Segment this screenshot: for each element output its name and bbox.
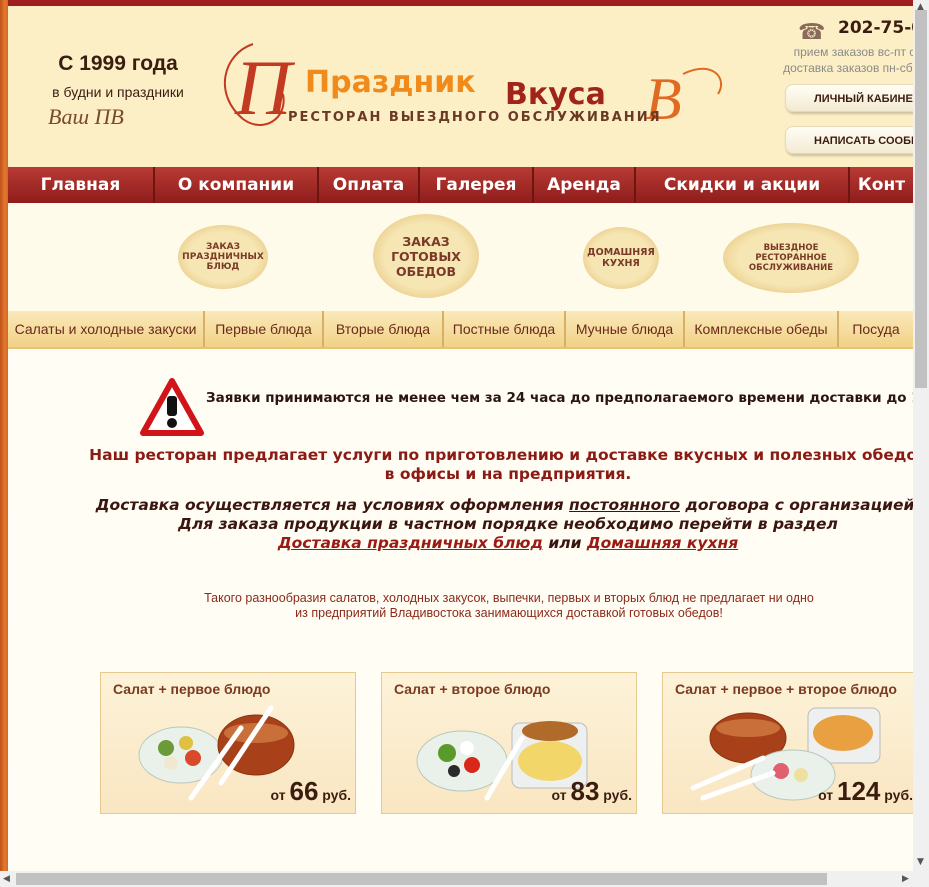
order-notice: Заявки принимаются не менее чем за 24 ча… (206, 390, 913, 406)
nav-item-payment[interactable]: Оплата (319, 167, 420, 203)
badge-lunches-l1: ЗАКАЗ (402, 233, 450, 249)
intro-line1: Наш ресторан предлагает услуги по пригот… (89, 446, 913, 464)
card-title: Салат + первое + второе блюдо (675, 681, 897, 697)
price-value: 66 (289, 776, 319, 806)
main-nav: Главная О компании Оплата Галерея Аренда… (8, 167, 913, 203)
logo-cursive-left: П (234, 44, 296, 131)
delivery-line2: Для заказа продукции в частном порядке н… (178, 515, 838, 533)
price-from: от (270, 787, 290, 803)
badge-catering-l1: ВЫЕЗДНОЕ (763, 243, 819, 253)
card-price: от 83 руб. (552, 776, 632, 807)
card-price: от 66 руб. (271, 776, 351, 807)
scroll-left-arrow-icon[interactable]: ◀ (3, 874, 10, 884)
nav-item-discounts[interactable]: Скидки и акции (636, 167, 850, 203)
badge-ready-lunches[interactable]: ЗАКАЗ ГОТОВЫХ ОБЕДОВ (373, 214, 479, 298)
delivery-permanent: постоянного (569, 496, 680, 514)
hours-delivery: доставка заказов пн-сб с 08: (783, 61, 913, 75)
category-pastry[interactable]: Мучные блюда (566, 311, 685, 347)
badge-catering-l2: РЕСТОРАННОЕ ОБСЛУЖИВАНИЕ (748, 253, 834, 273)
link-home-kitchen[interactable]: Домашняя кухня (587, 534, 738, 552)
variety-text: Такого разнообразия салатов, холодных за… (8, 591, 913, 621)
phone-icon: ☎ (798, 20, 826, 45)
scroll-down-arrow-icon[interactable]: ▼ (917, 857, 924, 867)
delivery-links: Доставка праздничных блюд или Домашняя к… (8, 534, 913, 553)
logo[interactable]: П Праздник Вкуса В (213, 24, 733, 144)
card-price: от 124 руб. (818, 776, 913, 807)
badge-holiday-l2: ПРАЗДНИЧНЫХ БЛЮД (182, 252, 264, 272)
card-title: Салат + первое блюдо (113, 681, 271, 697)
working-hours: прием заказов вс-пт с 09:0 доставка зака… (742, 44, 913, 76)
badge-lunches-l2: ГОТОВЫХ ОБЕДОВ (391, 248, 461, 279)
badge-home-l1: ДОМАШНЯЯ (587, 247, 655, 258)
delivery-text: Доставка осуществляется на условиях офор… (8, 496, 913, 553)
logo-word2: Вкуса (505, 77, 606, 112)
category-nav: Салаты и холодные закуски Первые блюда В… (8, 311, 913, 349)
write-message-button[interactable]: НАПИСАТЬ СООБЩЕН (785, 126, 913, 154)
badge-home-l2: КУХНЯ (602, 258, 640, 269)
signature: Ваш ПВ (48, 104, 124, 129)
variety-line1: Такого разнообразия салатов, холодных за… (204, 591, 814, 605)
delivery-line1: Доставка осуществляется на условиях офор… (8, 496, 913, 515)
nav-item-contacts[interactable]: Конт (850, 167, 913, 203)
lunch-card-salad-first-second[interactable]: Салат + первое + второе блюдо от 124 руб… (662, 672, 913, 814)
category-combo-lunches[interactable]: Комплексные обеды (685, 311, 839, 347)
vertical-scroll-thumb[interactable] (915, 10, 927, 388)
header: С 1999 года в будни и праздники Ваш ПВ П… (8, 6, 913, 167)
logo-word1: Праздник (305, 65, 476, 100)
price-value: 83 (570, 776, 600, 806)
nav-item-gallery[interactable]: Галерея (420, 167, 534, 203)
intro-line2: в офисы и на предприятия. (384, 465, 632, 483)
delivery-line1-b: договора с организацией. (679, 496, 913, 514)
personal-cabinet-button[interactable]: ЛИЧНЫЙ КАБИНЕТ (785, 84, 913, 112)
intro-text: Наш ресторан предлагает услуги по пригот… (8, 446, 913, 484)
price-currency: руб. (880, 787, 913, 803)
variety-line2: из предприятий Владивостока занимающихся… (295, 606, 723, 620)
service-badges: ЗАКАЗ ПРАЗДНИЧНЫХ БЛЮД ЗАКАЗ ГОТОВЫХ ОБЕДО… (8, 203, 913, 313)
category-salads[interactable]: Салаты и холодные закуски (8, 311, 205, 347)
lunch-card-salad-second[interactable]: Салат + второе блюдо от 83 руб. (381, 672, 637, 814)
tagline: РЕСТОРАН ВЫЕЗДНОГО ОБСЛУЖИВАНИЯ (288, 110, 662, 125)
horizontal-scroll-thumb[interactable] (16, 873, 827, 885)
lunch-card-salad-first[interactable]: Салат + первое блюдо от 66 руб. (100, 672, 356, 814)
category-first-courses[interactable]: Первые блюда (205, 311, 324, 347)
since-year: С 1999 года (58, 52, 178, 75)
nav-item-rent[interactable]: Аренда (534, 167, 636, 203)
since-block: С 1999 года в будни и праздники (38, 52, 198, 100)
price-currency: руб. (599, 787, 632, 803)
card-title: Салат + второе блюдо (394, 681, 551, 697)
price-currency: руб. (318, 787, 351, 803)
left-ornament (0, 0, 8, 887)
category-dishware[interactable]: Посуда (839, 311, 913, 347)
page: С 1999 года в будни и праздники Ваш ПВ П… (8, 6, 913, 871)
category-second-courses[interactable]: Вторые блюда (324, 311, 444, 347)
badge-catering[interactable]: ВЫЕЗДНОЕ РЕСТОРАННОЕ ОБСЛУЖИВАНИЕ (723, 223, 859, 293)
hours-orders: прием заказов вс-пт с 09:0 (793, 45, 913, 59)
delivery-or: или (542, 534, 587, 552)
scroll-right-arrow-icon[interactable]: ▶ (902, 874, 909, 884)
phone-number[interactable]: 202-75-0 (838, 18, 913, 38)
warning-icon (140, 378, 204, 436)
price-from: от (551, 787, 571, 803)
price-from: от (818, 787, 838, 803)
since-weekdays: в будни и праздники (52, 84, 184, 100)
price-value: 124 (837, 776, 881, 806)
nav-item-home[interactable]: Главная (8, 167, 155, 203)
badge-holiday-l1: ЗАКАЗ (205, 242, 241, 252)
link-holiday-delivery[interactable]: Доставка праздничных блюд (278, 534, 543, 552)
delivery-line1-a: Доставка осуществляется на условиях офор… (95, 496, 570, 514)
badge-holiday-dishes[interactable]: ЗАКАЗ ПРАЗДНИЧНЫХ БЛЮД (178, 225, 268, 289)
badge-home-kitchen[interactable]: ДОМАШНЯЯ КУХНЯ (583, 227, 659, 289)
nav-item-about[interactable]: О компании (155, 167, 319, 203)
category-lenten[interactable]: Постные блюда (444, 311, 566, 347)
